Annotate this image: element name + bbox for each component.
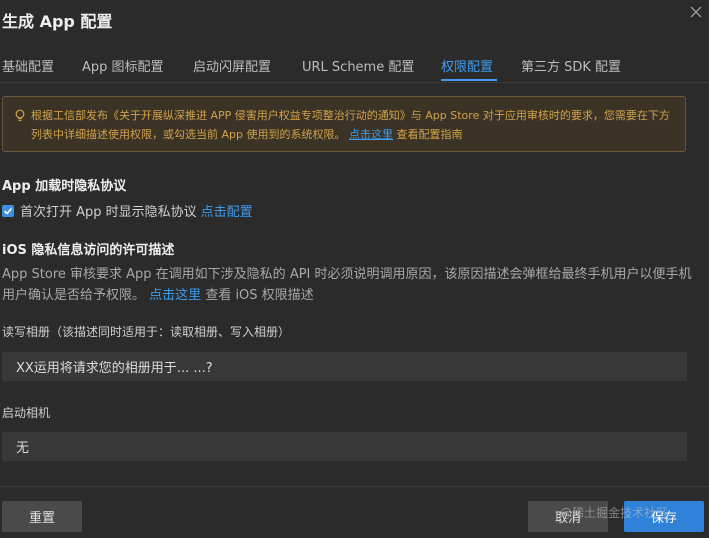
photos-field-label: 读写相册（该描述同时适用于：读取相册、写入相册）	[2, 325, 291, 339]
reset-button[interactable]: 重置	[2, 501, 82, 532]
tabs-divider	[0, 82, 709, 83]
tab-third-party-sdk[interactable]: 第三方 SDK 配置	[521, 56, 621, 75]
notice-after-link: 查看配置指南	[396, 128, 463, 141]
notice-guide-link[interactable]: 点击这里	[349, 128, 393, 141]
privacy-checkbox[interactable]	[2, 204, 14, 217]
dialog-title: 生成 App 配置	[2, 12, 113, 31]
save-button[interactable]: 保存	[624, 501, 704, 532]
photos-description-input[interactable]	[2, 352, 687, 381]
ios-section-title: iOS 隐私信息访问的许可描述	[2, 243, 175, 258]
check-icon	[3, 207, 13, 215]
cancel-button[interactable]: 取消	[528, 501, 608, 532]
ios-description-text: App Store 审核要求 App 在调用如下涉及隐私的 API 时必须说明调…	[2, 267, 692, 303]
privacy-section-title: App 加载时隐私协议	[2, 179, 127, 194]
notice-banner: 根据工信部发布《关于开展纵深推进 APP 侵害用户权益专项整治行动的通知》与 A…	[2, 96, 686, 152]
tab-permissions[interactable]: 权限配置	[441, 56, 493, 75]
ios-permission-link[interactable]: 点击这里	[149, 288, 201, 303]
close-icon[interactable]	[689, 5, 705, 21]
camera-description-input[interactable]	[2, 432, 687, 461]
lightbulb-icon	[15, 109, 25, 122]
tab-app-icon[interactable]: App 图标配置	[82, 56, 164, 75]
ios-description: App Store 审核要求 App 在调用如下涉及隐私的 API 时必须说明调…	[2, 264, 692, 306]
tab-bar: 基础配置 App 图标配置 启动闪屏配置 URL Scheme 配置 权限配置 …	[0, 56, 709, 81]
tab-url-scheme[interactable]: URL Scheme 配置	[302, 56, 414, 75]
footer-divider	[0, 486, 709, 487]
tab-splash[interactable]: 启动闪屏配置	[193, 56, 271, 75]
app-config-dialog: 生成 App 配置 基础配置 App 图标配置 启动闪屏配置 URL Schem…	[0, 0, 709, 538]
active-tab-indicator	[441, 79, 497, 81]
privacy-checkbox-row: 首次打开 App 时显示隐私协议 点击配置	[2, 201, 253, 220]
tab-basic[interactable]: 基础配置	[2, 56, 54, 75]
camera-field-label: 启动相机	[2, 406, 51, 420]
ios-after-link: 查看 iOS 权限描述	[205, 288, 314, 303]
privacy-config-link[interactable]: 点击配置	[201, 201, 253, 220]
privacy-checkbox-label: 首次打开 App 时显示隐私协议	[20, 205, 197, 220]
